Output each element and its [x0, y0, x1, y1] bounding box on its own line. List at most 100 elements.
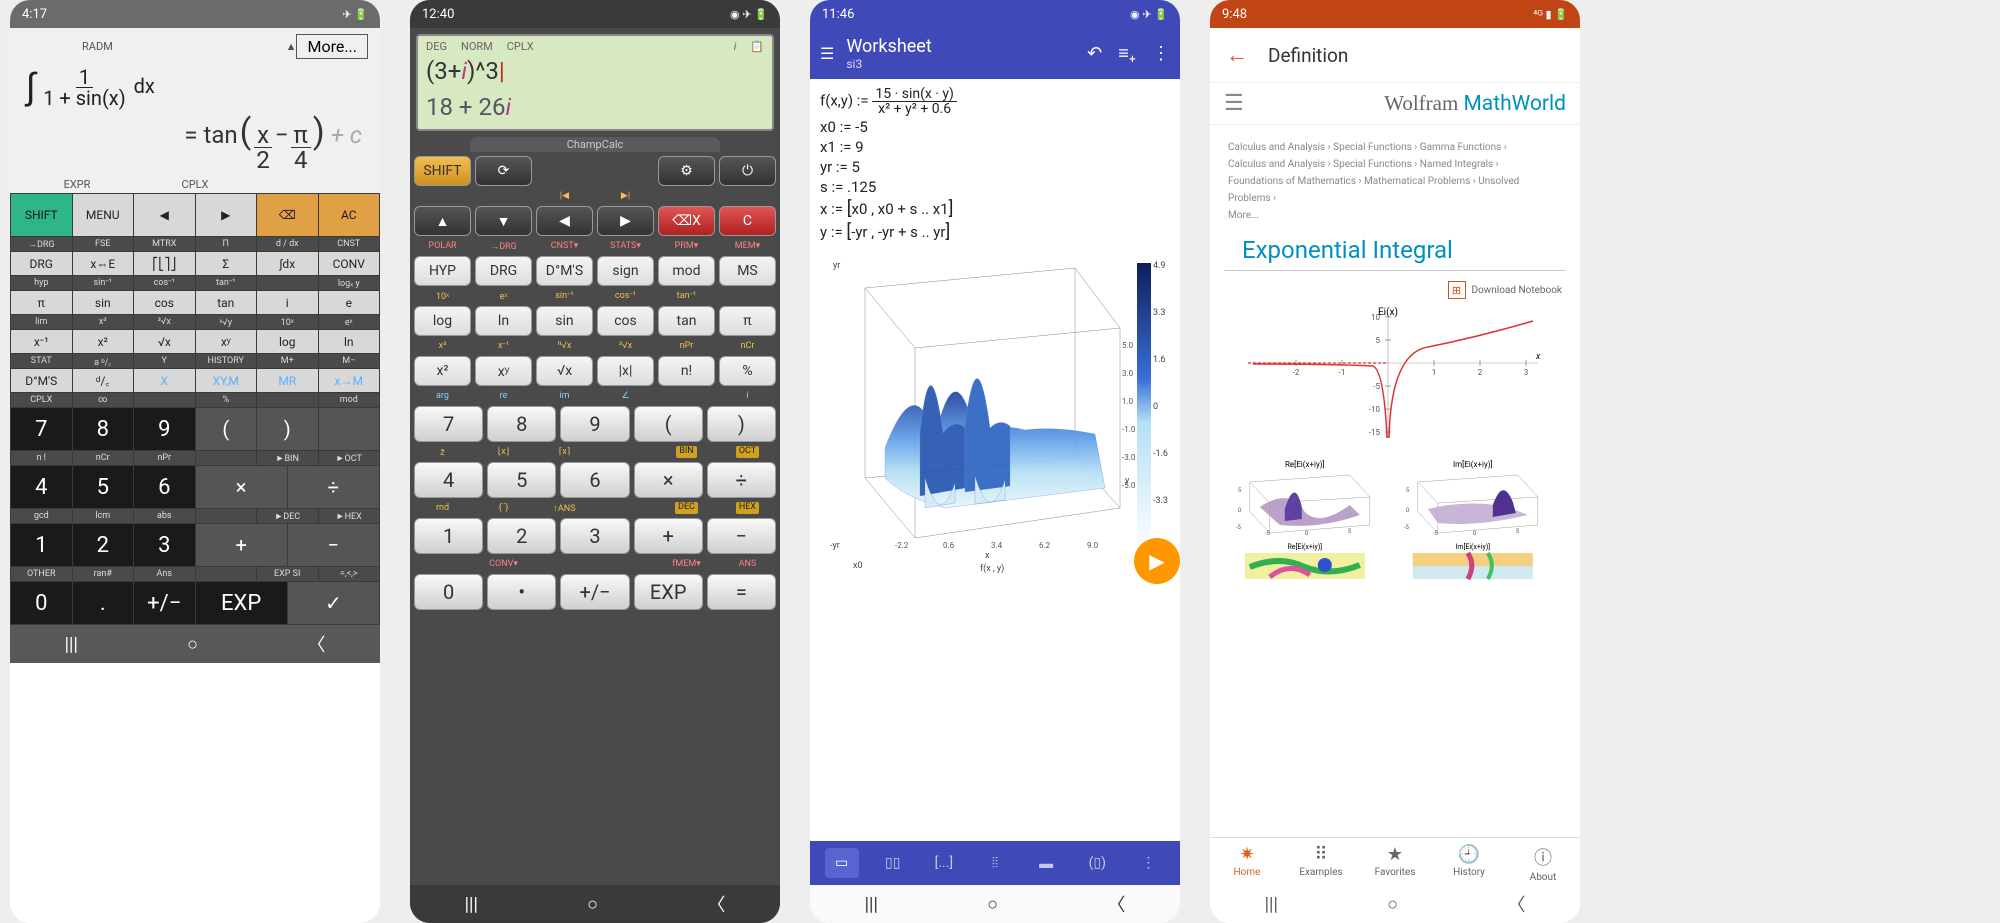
formula-line[interactable]: x := [x0 , x0 + s .. x1] [820, 198, 1170, 219]
worksheet-body[interactable]: f(x,y) := 15 · sin(x · y)x² + y² + 0.6 x… [810, 79, 1180, 841]
calc-key[interactable]: √x [536, 356, 593, 386]
calc-key[interactable]: xʸ [196, 330, 257, 353]
calc-key[interactable]: EXP [196, 582, 287, 624]
calc-key[interactable]: XY,M [196, 369, 257, 392]
calc-key[interactable]: ⏻ [719, 156, 776, 186]
calc-key[interactable]: MS [719, 256, 776, 286]
calc-key[interactable]: 4 [11, 466, 72, 508]
calc-key[interactable]: sin [536, 306, 593, 336]
calc-key[interactable]: tan [658, 306, 715, 336]
calc-key[interactable]: . [73, 582, 134, 624]
tool-button[interactable]: ▬ [1029, 848, 1063, 878]
calc-key[interactable]: • [487, 574, 556, 610]
calc-key[interactable]: ▶ [196, 194, 257, 236]
tab-about[interactable]: ⓘAbout [1506, 844, 1580, 883]
calc-key[interactable]: ) [707, 406, 776, 442]
menu-icon[interactable]: ☰ [820, 44, 834, 63]
calc-key[interactable]: − [288, 524, 379, 566]
back-icon[interactable]: 〈 [1107, 891, 1125, 917]
calc-key[interactable]: ln [475, 306, 532, 336]
calc-key[interactable]: EXP [634, 574, 703, 610]
calc-key[interactable]: 9 [134, 408, 195, 450]
calc-key[interactable]: ⌫X [658, 206, 715, 236]
calc-key[interactable]: 8 [73, 408, 134, 450]
calc-key[interactable]: D°M'S [11, 369, 72, 392]
calc-key[interactable]: ÷ [707, 462, 776, 498]
back-icon[interactable]: 〈 [707, 891, 725, 917]
calc-key[interactable]: C [719, 206, 776, 236]
calc-key[interactable]: + [634, 518, 703, 554]
calc-key[interactable]: SHIFT [414, 156, 471, 186]
calc-key[interactable]: × [196, 466, 287, 508]
calc-key[interactable]: 7 [414, 406, 483, 442]
calc-key[interactable]: 1 [414, 518, 483, 554]
tab-home[interactable]: ✷Home [1210, 844, 1284, 883]
more-icon[interactable]: ⋮ [1152, 43, 1170, 64]
calc-key[interactable]: × [634, 462, 703, 498]
calc-key[interactable]: % [719, 356, 776, 386]
calc-key[interactable]: 7 [11, 408, 72, 450]
formula-line[interactable]: s := .125 [820, 178, 1170, 196]
calc-key[interactable]: 6 [560, 462, 629, 498]
calc-key[interactable]: x⁻¹ [11, 330, 72, 353]
mode-expr[interactable]: EXPR [18, 178, 136, 191]
calc-key[interactable]: log [257, 330, 318, 353]
calc-key[interactable]: ▼ [475, 206, 532, 236]
home-icon[interactable]: ○ [187, 634, 198, 655]
calc-key[interactable]: SHIFT [11, 194, 72, 236]
calc-key[interactable]: + [196, 524, 287, 566]
formula-line[interactable]: y := [-yr , -yr + s .. yr] [820, 221, 1170, 242]
recents-icon[interactable]: ||| [1265, 894, 1278, 915]
home-icon[interactable]: ○ [587, 894, 598, 915]
calc-key[interactable]: ⌫ [257, 194, 318, 236]
tool-button[interactable]: ⋮ [1131, 848, 1165, 878]
calc-key[interactable]: = [707, 574, 776, 610]
calc-key[interactable]: ᵈ/꜀ [73, 369, 134, 392]
calc-key[interactable]: D°M'S [536, 256, 593, 286]
tool-button[interactable]: (▯) [1080, 848, 1114, 878]
formula-line[interactable]: f(x,y) := 15 · sin(x · y)x² + y² + 0.6 [820, 87, 1170, 116]
calc-key[interactable]: sign [597, 256, 654, 286]
calc-key[interactable]: 8 [487, 406, 556, 442]
calc-key[interactable]: ✓ [288, 582, 379, 624]
clipboard-icon[interactable]: 📋 [750, 40, 764, 53]
undo-icon[interactable]: ↶ [1087, 43, 1102, 64]
calc-key[interactable]: x→M [319, 369, 380, 392]
calc-key[interactable]: CONV [319, 252, 380, 275]
calc-key[interactable]: 9 [560, 406, 629, 442]
calc-key[interactable]: 1 [11, 524, 72, 566]
calc-key[interactable]: |x| [597, 356, 654, 386]
calc-key[interactable]: ( [634, 406, 703, 442]
formula-line[interactable]: x0 := -5 [820, 118, 1170, 136]
calc-key[interactable]: e [319, 291, 380, 314]
calc-key[interactable]: mod [658, 256, 715, 286]
calc-key[interactable]: +/− [134, 582, 195, 624]
calc-key[interactable] [319, 408, 380, 450]
add-line-icon[interactable]: ≡₊ [1118, 43, 1136, 64]
surface-plot[interactable]: 4.93.31.60-1.6-3.3-4.9 yr -yr x0 f(x , y… [820, 248, 1170, 578]
calc-key[interactable]: Σ [196, 252, 257, 275]
calc-key[interactable]: ⚙ [658, 156, 715, 186]
recents-icon[interactable]: ||| [65, 634, 78, 655]
calc-key[interactable]: ÷ [288, 466, 379, 508]
calc-key[interactable]: x⇔E [73, 252, 134, 275]
calc-key[interactable]: π [11, 291, 72, 314]
calc-key[interactable]: ⎡⎣⎤⎦ [134, 252, 195, 275]
calc-key[interactable]: xʸ [475, 356, 532, 386]
calc-key[interactable]: π [719, 306, 776, 336]
calc-key[interactable]: ⟳ [475, 156, 532, 186]
calc-key[interactable]: i [257, 291, 318, 314]
recents-icon[interactable]: ||| [865, 894, 878, 915]
tool-button[interactable]: ▭ [825, 848, 859, 878]
calc-key[interactable]: MR [257, 369, 318, 392]
calc-key[interactable]: ◀ [536, 206, 593, 236]
calc-key[interactable]: 2 [73, 524, 134, 566]
more-button[interactable]: More... [296, 34, 368, 59]
tool-button[interactable]: ⦙⦙ [978, 848, 1012, 878]
calc-key[interactable]: AC [319, 194, 380, 236]
calc-key[interactable]: 3 [134, 524, 195, 566]
calc-key[interactable]: n! [658, 356, 715, 386]
calc-key[interactable]: HYP [414, 256, 471, 286]
download-notebook[interactable]: ⊞ Download Notebook [1210, 281, 1580, 299]
formula-line[interactable]: yr := 5 [820, 158, 1170, 176]
